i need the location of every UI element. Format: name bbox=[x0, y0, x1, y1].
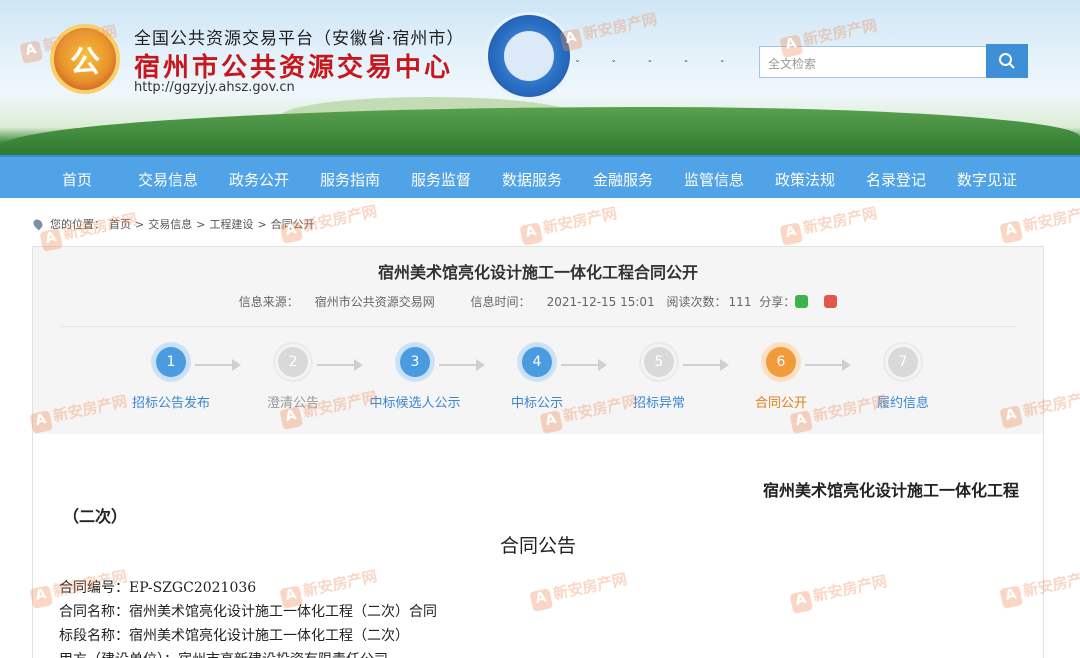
time-label: 信息时间： bbox=[470, 295, 531, 309]
step-number: 4 bbox=[519, 344, 555, 380]
site-header: 公 全国公共资源交易平台（安徽省·宿州市） 宿州市公共资源交易中心 http:/… bbox=[0, 0, 1080, 155]
breadcrumb-separator: > bbox=[257, 217, 267, 231]
watermark: A 新安房产网 bbox=[779, 202, 880, 246]
step-label: 中标候选人公示 bbox=[369, 396, 461, 411]
breadcrumb-separator: > bbox=[196, 217, 206, 231]
nav-item-data-service[interactable]: 数据服务 bbox=[502, 169, 562, 190]
step-winning-bid[interactable]: 4 中标公示 bbox=[477, 344, 597, 411]
site-subtitle: 全国公共资源交易平台（安徽省·宿州市） bbox=[134, 29, 465, 49]
logo-glyph: 公 bbox=[70, 45, 100, 80]
step-bid-exception[interactable]: 5 招标异常 bbox=[599, 344, 719, 411]
site-title: 宿州市公共资源交易中心 bbox=[134, 53, 454, 83]
site-url: http://ggzyjy.ahsz.gov.cn bbox=[134, 80, 295, 95]
watermark: A 新安房产网 bbox=[519, 202, 620, 246]
nav-item-regulatory[interactable]: 监管信息 bbox=[684, 169, 744, 190]
article-meta: 信息来源： 宿州市公共资源交易网 信息时间： 2021-12-15 15:01 阅读… bbox=[33, 293, 1043, 310]
project-subtitle: （二次） bbox=[63, 507, 128, 526]
wechat-icon[interactable] bbox=[795, 295, 809, 308]
step-label: 招标异常 bbox=[632, 396, 685, 411]
article-title: 宿州美术馆亮化设计施工一体化工程合同公开 bbox=[377, 263, 698, 282]
step-label: 招标公告发布 bbox=[131, 396, 210, 411]
step-number: 6 bbox=[763, 344, 799, 380]
breadcrumb-separator: > bbox=[135, 217, 145, 231]
search-button[interactable] bbox=[986, 44, 1028, 78]
step-label: 合同公开 bbox=[754, 396, 807, 411]
step-label: 履约信息 bbox=[876, 396, 929, 411]
party-a: 甲方（建设单位）：宿州市高新建设投资有限责任公司 bbox=[59, 649, 388, 658]
project-title: 宿州美术馆亮化设计施工一体化工程 bbox=[762, 481, 1019, 500]
share-label: 分享： bbox=[759, 295, 796, 309]
nav-item-policy[interactable]: 政策法规 bbox=[775, 169, 835, 190]
nav-item-trade-info[interactable]: 交易信息 bbox=[138, 169, 198, 190]
breadcrumb-prefix: 您的位置： bbox=[50, 218, 105, 231]
source-value: 宿州市公共资源交易网 bbox=[314, 295, 435, 309]
search-icon bbox=[999, 53, 1015, 69]
header-background-forest bbox=[0, 107, 1080, 155]
step-label: 中标公示 bbox=[510, 396, 563, 411]
step-number: 7 bbox=[885, 344, 921, 380]
breadcrumb-item-contract[interactable]: 合同公开 bbox=[271, 216, 315, 232]
weibo-icon[interactable] bbox=[824, 295, 838, 308]
step-label: 澄清公告 bbox=[266, 396, 319, 411]
nav-item-service-supervision[interactable]: 服务监督 bbox=[411, 169, 471, 190]
notice-title: 合同公告 bbox=[499, 535, 576, 557]
main-nav: 首页 交易信息 政务公开 服务指南 服务监督 数据服务 金融服务 监管信息 政策… bbox=[0, 155, 1080, 198]
breadcrumb-item-home[interactable]: 首页 bbox=[109, 216, 131, 232]
watermark: A 新安房产网 bbox=[999, 200, 1080, 244]
step-contract-public[interactable]: 6 合同公开 bbox=[721, 344, 841, 411]
location-pin-icon bbox=[31, 217, 45, 231]
nav-item-finance[interactable]: 金融服务 bbox=[593, 169, 653, 190]
site-logo[interactable]: 公 bbox=[50, 24, 120, 94]
article-header-area: 宿州美术馆亮化设计施工一体化工程合同公开 信息来源： 宿州市公共资源交易网 信息时… bbox=[33, 247, 1043, 434]
breadcrumb-item-engineering[interactable]: 工程建设 bbox=[209, 216, 253, 232]
step-bid-announcement[interactable]: 1 招标公告发布 bbox=[111, 344, 231, 411]
views-value: 111 bbox=[728, 295, 752, 309]
step-number: 2 bbox=[275, 344, 311, 380]
step-number: 1 bbox=[153, 344, 189, 380]
step-number: 3 bbox=[397, 344, 433, 380]
article-panel: 宿州美术馆亮化设计施工一体化工程合同公开 信息来源： 宿州市公共资源交易网 信息时… bbox=[32, 246, 1044, 658]
nav-item-service-guide[interactable]: 服务指南 bbox=[320, 169, 380, 190]
views-label: 阅读次数： bbox=[666, 295, 727, 309]
step-clarification[interactable]: 2 澄清公告 bbox=[233, 344, 353, 411]
breadcrumb-item-trade-info[interactable]: 交易信息 bbox=[148, 216, 192, 232]
step-candidate-publicity[interactable]: 3 中标候选人公示 bbox=[355, 344, 475, 411]
nav-item-digital-witness[interactable]: 数字见证 bbox=[957, 169, 1017, 190]
step-performance-info[interactable]: 7 履约信息 bbox=[843, 344, 963, 411]
nav-item-registry[interactable]: 名录登记 bbox=[866, 169, 926, 190]
divider bbox=[61, 326, 1017, 327]
time-value: 2021-12-15 15:01 bbox=[546, 295, 655, 309]
step-number: 5 bbox=[641, 344, 677, 380]
search-input[interactable]: 全文检索 bbox=[759, 46, 987, 78]
lot-name: 标段名称：宿州美术馆亮化设计施工一体化工程（二次） bbox=[59, 628, 409, 644]
nav-item-gov-affairs[interactable]: 政务公开 bbox=[229, 169, 289, 190]
contract-number: 合同编号：EP-SZGC2021036 bbox=[59, 580, 257, 596]
birds-decoration: ˇ ˇ ˇ ˇ ˇ bbox=[575, 60, 739, 71]
nav-item-home[interactable]: 首页 bbox=[62, 169, 92, 190]
source-label: 信息来源： bbox=[238, 295, 299, 309]
platform-emblem bbox=[485, 12, 573, 100]
contract-name: 合同名称：宿州美术馆亮化设计施工一体化工程（二次）合同 bbox=[59, 604, 437, 620]
breadcrumb: 您的位置： 首页 > 交易信息 > 工程建设 > 合同公开 bbox=[31, 216, 315, 232]
